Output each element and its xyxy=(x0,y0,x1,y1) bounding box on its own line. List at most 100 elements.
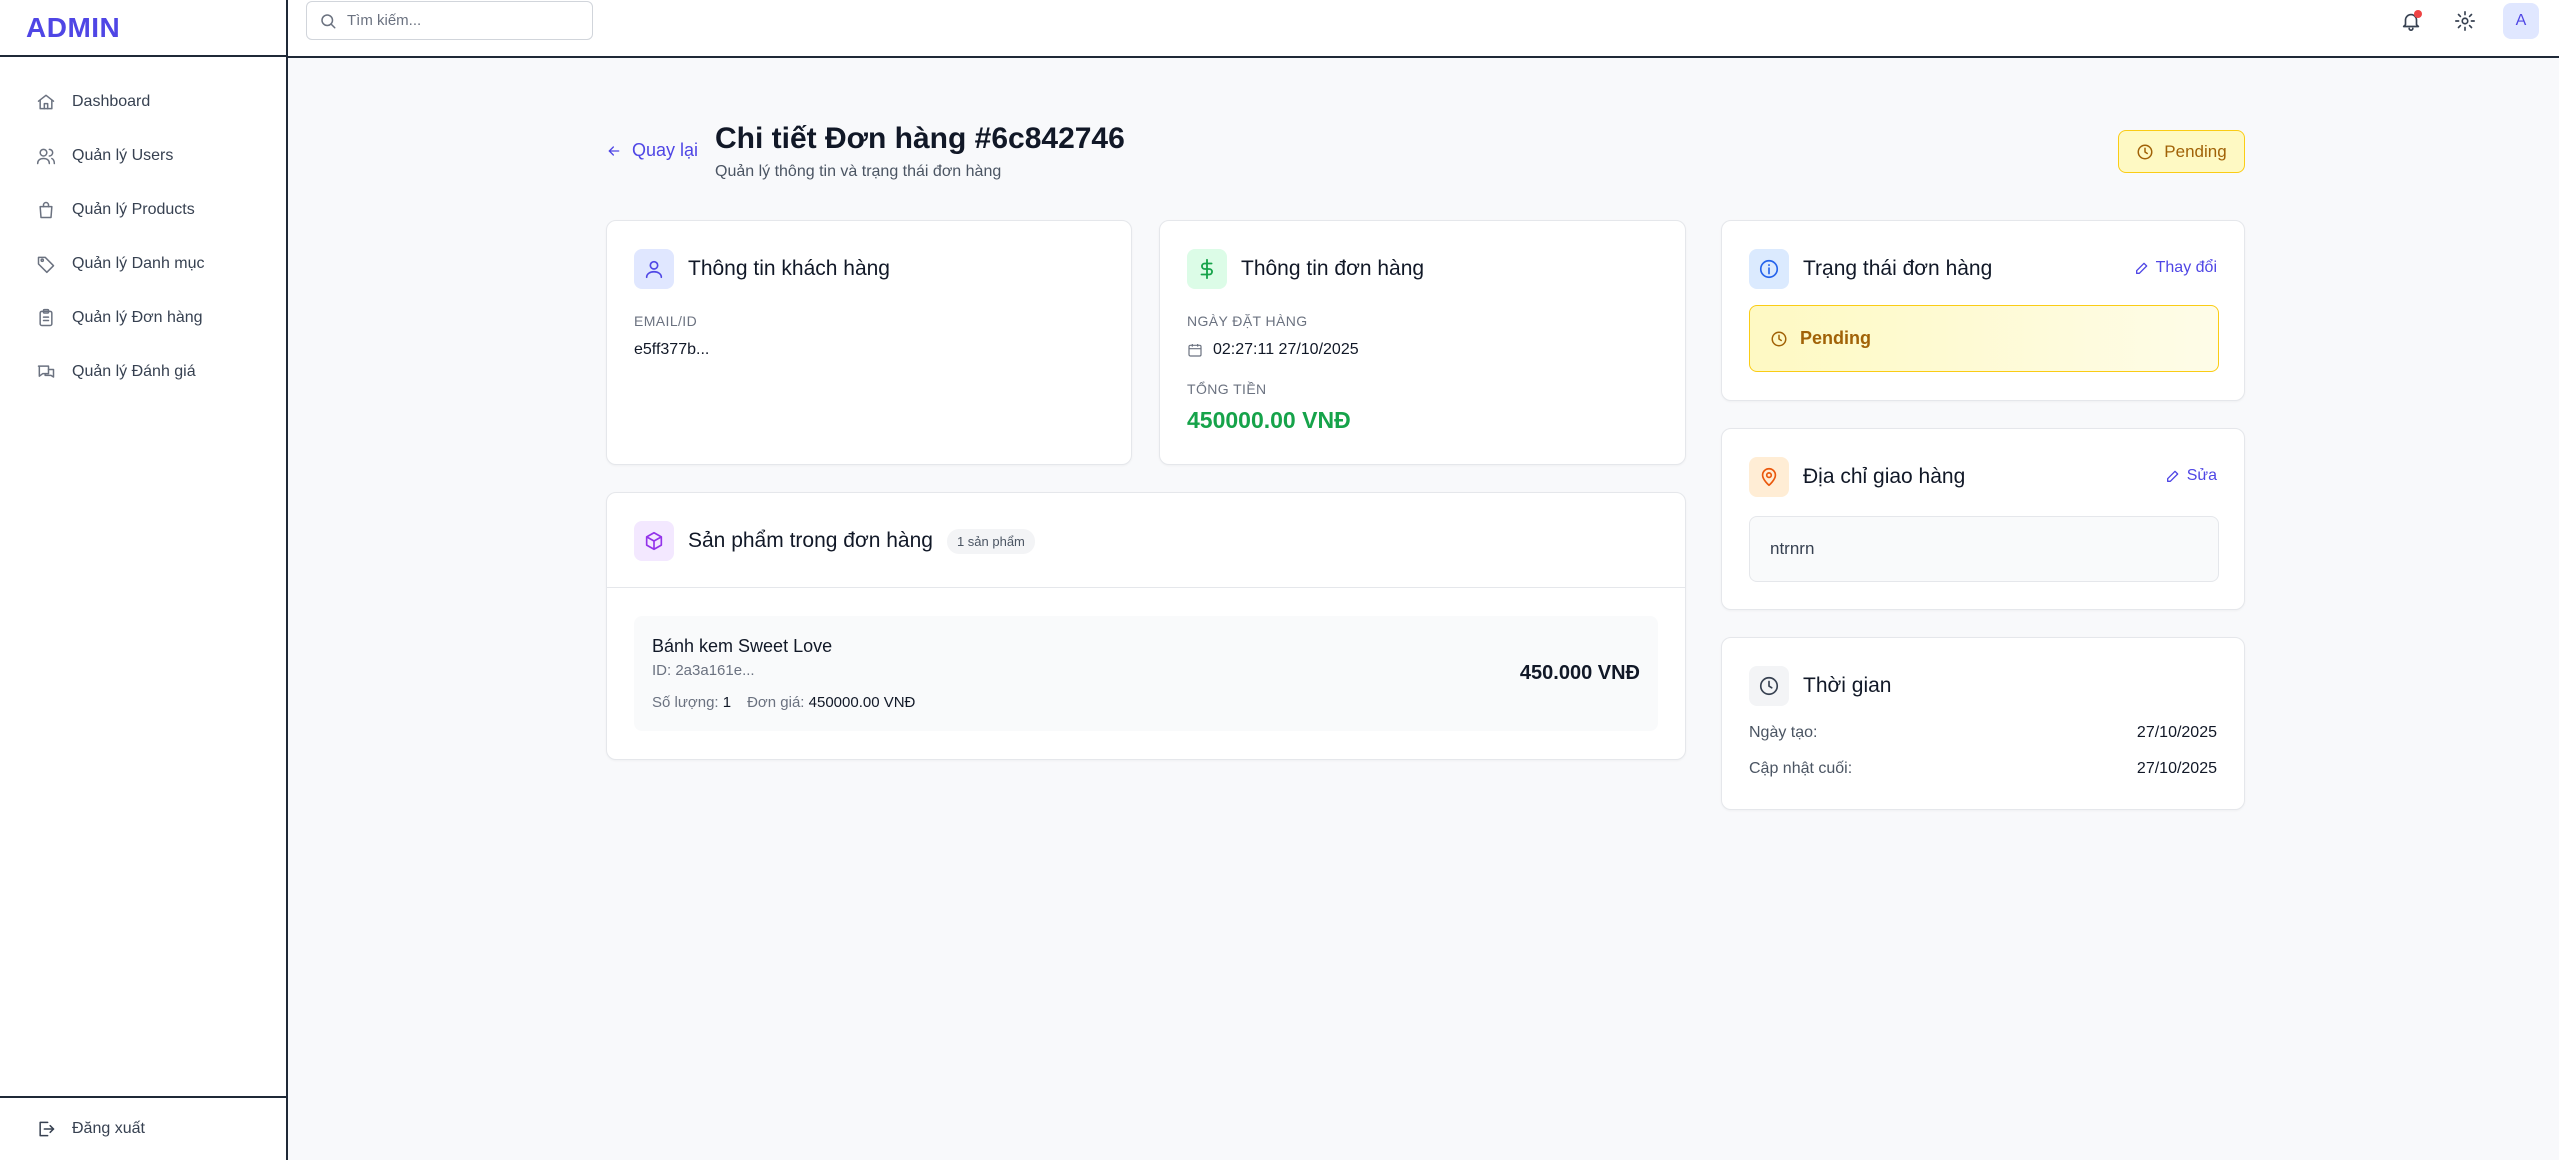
products-card: Sản phẩm trong đơn hàng 1 sản phẩm Bánh … xyxy=(606,492,1686,760)
order-total-label: TỔNG TIỀN xyxy=(1187,381,1267,397)
sidebar-item-orders[interactable]: Quản lý Đơn hàng xyxy=(0,291,286,345)
order-info-card: Thông tin đơn hàng NGÀY ĐẶT HÀNG 02:27:1… xyxy=(1159,220,1686,465)
time-card-header: Thời gian xyxy=(1749,666,1891,706)
products-card-title: Sản phẩm trong đơn hàng xyxy=(688,529,933,552)
map-pin-icon xyxy=(1761,467,1777,487)
updated-label: Cập nhật cuối: xyxy=(1749,760,1853,777)
time-icon-box xyxy=(1749,666,1789,706)
product-count-badge: 1 sản phẩm xyxy=(946,528,1035,554)
status-card-header: Trạng thái đơn hàng xyxy=(1749,249,1992,289)
dollar-icon xyxy=(1200,258,1213,280)
package-icon xyxy=(645,531,663,551)
back-button[interactable]: Quay lại xyxy=(606,140,698,161)
edit-address-button[interactable]: Sửa xyxy=(2165,467,2217,485)
brand-logo[interactable]: ADMIN xyxy=(26,12,120,44)
sidebar-item-dashboard[interactable]: Dashboard xyxy=(0,75,286,129)
back-label: Quay lại xyxy=(632,140,699,160)
created-label: Ngày tạo: xyxy=(1749,724,1818,741)
customer-card: Thông tin khách hàng EMAIL/ID e5ff377b..… xyxy=(606,220,1132,465)
logout-button[interactable]: Đăng xuất xyxy=(0,1096,286,1160)
order-date-label: NGÀY ĐẶT HÀNG xyxy=(1187,313,1308,329)
logout-label: Đăng xuất xyxy=(72,1120,145,1137)
change-status-button[interactable]: Thay đổi xyxy=(2134,259,2217,277)
time-card-title: Thời gian xyxy=(1803,674,1892,697)
search-icon xyxy=(321,13,336,28)
product-price: Đơn giá: 450000.00 VNĐ xyxy=(747,694,915,711)
address-card-header: Địa chỉ giao hàng xyxy=(1749,457,1965,497)
status-badge-label: Pending xyxy=(2164,141,2227,161)
shopping-bag-icon xyxy=(39,201,53,219)
products-card-header: Sản phẩm trong đơn hàng 1 sản phẩm xyxy=(634,521,1035,561)
search-input[interactable] xyxy=(347,12,577,29)
order-info-card-title: Thông tin đơn hàng xyxy=(1241,257,1425,280)
status-card-title: Trạng thái đơn hàng xyxy=(1803,257,1993,280)
pencil-icon xyxy=(2166,470,2179,482)
created-row: Ngày tạo: 27/10/2025 xyxy=(1749,724,2217,742)
arrow-left-icon xyxy=(608,145,620,156)
tag-icon xyxy=(37,256,55,274)
customer-card-title: Thông tin khách hàng xyxy=(688,257,890,280)
customer-id-label: EMAIL/ID xyxy=(634,313,698,329)
status-banner-label: Pending xyxy=(1800,328,1871,348)
product-row[interactable]: Bánh kem Sweet Love ID: 2a3a161e... Số l… xyxy=(634,616,1658,731)
address-card: Địa chỉ giao hàng Sửa ntrnrn xyxy=(1721,428,2245,610)
chat-icon xyxy=(37,365,55,378)
order-info-card-header: Thông tin đơn hàng xyxy=(1187,249,1424,289)
notification-dot xyxy=(2414,10,2422,18)
sidebar-item-label: Dashboard xyxy=(72,93,151,110)
status-badge: Pending xyxy=(2118,130,2245,173)
sidebar-item-label: Quản lý Đánh giá xyxy=(72,363,196,380)
change-status-label: Thay đổi xyxy=(2155,259,2217,276)
info-icon xyxy=(1759,259,1779,279)
order-total-value: 450000.00 VNĐ xyxy=(1187,407,1351,433)
sidebar-nav: Dashboard Quản lý Users Quản lý Products… xyxy=(0,57,286,399)
sidebar-item-reviews[interactable]: Quản lý Đánh giá xyxy=(0,345,286,399)
order-info-icon-box xyxy=(1187,249,1227,289)
users-icon xyxy=(36,148,56,165)
time-card: Thời gian Ngày tạo: 27/10/2025 Cập nhật … xyxy=(1721,637,2245,810)
divider xyxy=(607,587,1685,588)
logout-icon xyxy=(39,1121,55,1137)
brand: ADMIN xyxy=(0,0,286,57)
topbar-actions: A xyxy=(2395,3,2539,39)
settings-button[interactable] xyxy=(2449,5,2481,37)
sidebar-item-label: Quản lý Danh mục xyxy=(72,255,205,272)
created-value: 27/10/2025 xyxy=(2136,724,2217,741)
product-name: Bánh kem Sweet Love xyxy=(652,636,833,656)
edit-address-label: Sửa xyxy=(2186,467,2217,484)
updated-row: Cập nhật cuối: 27/10/2025 xyxy=(1749,760,2217,778)
clipboard-icon xyxy=(39,308,53,327)
sidebar-item-label: Quản lý Products xyxy=(72,201,195,218)
product-price-label: Đơn giá: xyxy=(747,694,805,711)
avatar[interactable]: A xyxy=(2503,3,2539,39)
sidebar-item-categories[interactable]: Quản lý Danh mục xyxy=(0,237,286,291)
product-id: ID: 2a3a161e... xyxy=(652,662,755,679)
pencil-icon xyxy=(2135,262,2147,274)
home-icon xyxy=(37,94,55,110)
clock-icon xyxy=(1759,676,1779,696)
user-icon xyxy=(645,260,663,279)
customer-id-value: e5ff377b... xyxy=(634,341,710,358)
product-qty: Số lượng: 1 xyxy=(652,694,731,711)
product-qty-label: Số lượng: xyxy=(652,694,719,711)
address-icon-box xyxy=(1749,457,1789,497)
search-box[interactable] xyxy=(306,1,593,40)
sidebar-item-products[interactable]: Quản lý Products xyxy=(0,183,286,237)
sidebar-item-label: Quản lý Đơn hàng xyxy=(72,309,203,326)
status-banner: Pending xyxy=(1749,305,2219,372)
notifications-button[interactable] xyxy=(2395,5,2427,37)
sidebar-item-users[interactable]: Quản lý Users xyxy=(0,129,286,183)
product-subtotal: 450.000 VNĐ xyxy=(1519,662,1640,684)
customer-card-header: Thông tin khách hàng xyxy=(634,249,890,289)
topbar: A xyxy=(288,0,2559,58)
calendar-icon xyxy=(1188,344,1202,357)
status-card: Trạng thái đơn hàng Thay đổi Pending xyxy=(1721,220,2245,401)
customer-icon-box xyxy=(634,249,674,289)
sidebar-item-label: Quản lý Users xyxy=(72,147,174,164)
sidebar: ADMIN Dashboard Quản lý Users Quản lý Pr… xyxy=(0,0,288,1160)
page-subtitle: Quản lý thông tin và trạng thái đơn hàng xyxy=(715,163,1002,180)
page-title: Chi tiết Đơn hàng #6c842746 xyxy=(715,122,1125,155)
status-icon-box xyxy=(1749,249,1789,289)
address-card-title: Địa chỉ giao hàng xyxy=(1803,465,1966,488)
updated-value: 27/10/2025 xyxy=(2136,760,2217,777)
